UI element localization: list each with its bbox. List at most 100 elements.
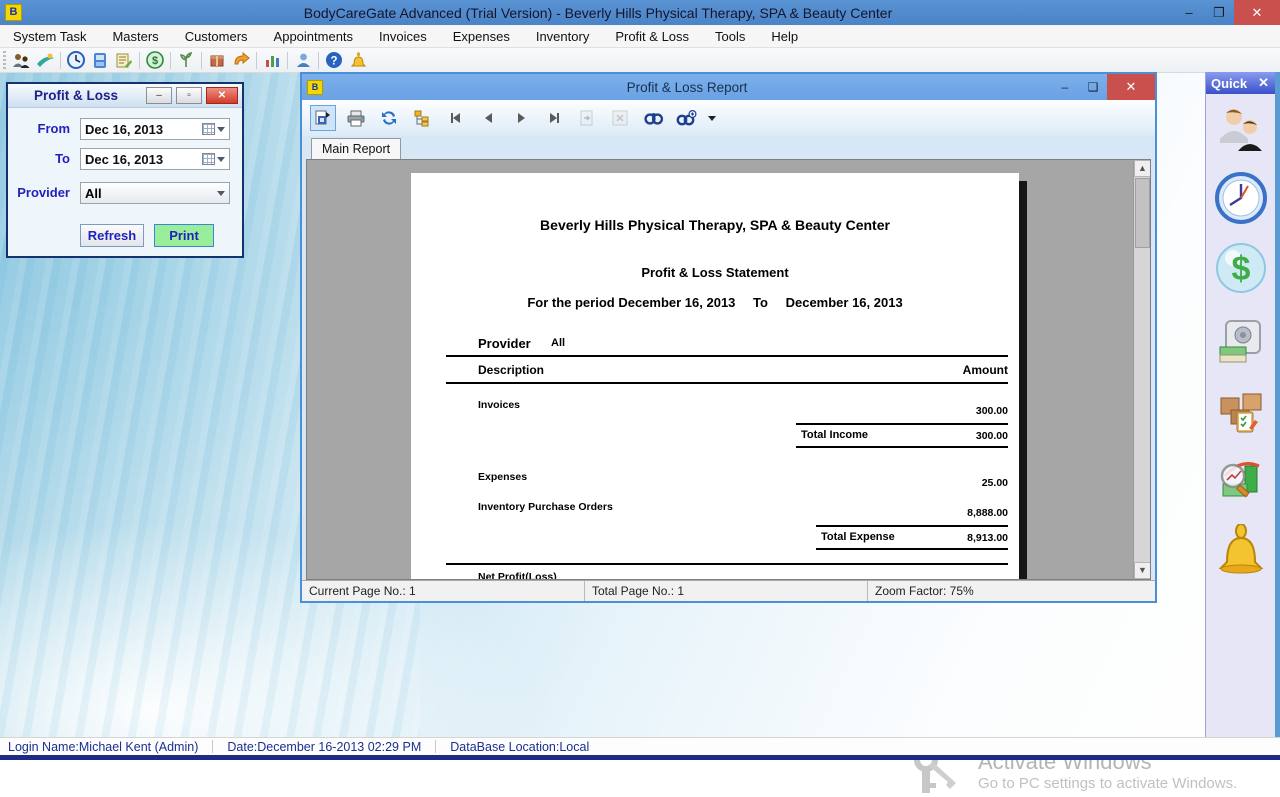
menu-inventory[interactable]: Inventory	[523, 25, 602, 47]
report-close-button[interactable]: ✕	[1107, 74, 1155, 100]
report-window-title: Profit & Loss Report	[323, 80, 1051, 95]
report-statusbar: Current Page No.: 1 Total Page No.: 1 Zo…	[302, 580, 1155, 601]
quick-customers-icon[interactable]	[1215, 104, 1267, 156]
report-provider-value: All	[551, 337, 565, 349]
menu-profit-loss[interactable]: Profit & Loss	[602, 25, 702, 47]
quick-reminder-bell-icon[interactable]	[1215, 524, 1267, 576]
undo-arrow-icon[interactable]	[229, 50, 253, 71]
report-row-amount: 300.00	[976, 405, 1008, 417]
zoom-button[interactable]	[673, 105, 699, 131]
goto-page-button	[574, 105, 600, 131]
quick-close-icon[interactable]: ✕	[1258, 75, 1269, 91]
main-report-tab[interactable]: Main Report	[311, 138, 401, 160]
provider-value: All	[81, 186, 217, 201]
main-toolbar: $ ?	[0, 48, 1280, 73]
report-tab-strip: Main Report	[302, 136, 1155, 159]
dialog-titlebar[interactable]: Profit & Loss – ▫ ✕	[8, 84, 242, 108]
current-page-status: Current Page No.: 1	[302, 581, 585, 601]
payments-dollar-icon[interactable]: $	[143, 50, 167, 71]
main-statusbar: Login Name:Michael Kent (Admin) Date:Dec…	[0, 737, 1280, 755]
report-company-title: Beverly Hills Physical Therapy, SPA & Be…	[411, 217, 1019, 233]
report-col-description: Description	[478, 363, 544, 377]
to-label: To	[55, 151, 70, 166]
find-text-button[interactable]	[640, 105, 666, 131]
user-icon[interactable]	[291, 50, 315, 71]
zoom-dropdown-arrow-icon[interactable]	[706, 105, 718, 131]
report-row-label: Inventory Purchase Orders	[478, 501, 613, 513]
group-tree-toggle-button[interactable]	[409, 105, 435, 131]
restore-button[interactable]: ❐	[1204, 0, 1234, 25]
last-page-button[interactable]	[541, 105, 567, 131]
from-date-input[interactable]: Dec 16, 2013	[80, 118, 230, 140]
report-provider-label: Provider	[478, 336, 531, 351]
next-page-button[interactable]	[508, 105, 534, 131]
toolbar-grip[interactable]	[3, 51, 6, 69]
provider-select[interactable]: All	[80, 182, 230, 204]
dialog-maximize-button[interactable]: ▫	[176, 87, 202, 104]
appointments-clock-icon[interactable]	[64, 50, 88, 71]
menu-tools[interactable]: Tools	[702, 25, 758, 47]
date-status: Date:December 16-2013 02:29 PM	[227, 740, 421, 754]
close-button[interactable]: ✕	[1234, 0, 1280, 25]
quick-inventory-boxes-icon[interactable]	[1215, 384, 1267, 436]
menu-customers[interactable]: Customers	[172, 25, 261, 47]
reports-chart-icon[interactable]	[260, 50, 284, 71]
customers-icon[interactable]	[9, 50, 33, 71]
report-scrollbar[interactable]: ▲ ▼	[1133, 160, 1150, 579]
quick-panel-header: Quick ✕	[1206, 72, 1275, 94]
quick-profit-loss-icon[interactable]	[1215, 454, 1267, 506]
scroll-down-icon[interactable]: ▼	[1134, 562, 1151, 579]
first-page-button[interactable]	[442, 105, 468, 131]
invoice-note-icon[interactable]	[112, 50, 136, 71]
prev-page-button[interactable]	[475, 105, 501, 131]
report-row-label: Invoices	[478, 399, 520, 411]
svg-text:$: $	[1232, 250, 1251, 288]
menu-expenses[interactable]: Expenses	[440, 25, 523, 47]
quick-appointments-clock-icon[interactable]	[1215, 172, 1267, 224]
report-logo-icon: B	[307, 80, 323, 95]
minimize-button[interactable]: –	[1174, 0, 1204, 25]
contacts-phone-icon[interactable]	[88, 50, 112, 71]
menu-help[interactable]: Help	[758, 25, 811, 47]
menu-system-task[interactable]: System Task	[0, 25, 99, 47]
plant-icon[interactable]	[174, 50, 198, 71]
statusbar-bottom-strip	[0, 755, 1280, 760]
dialog-close-button[interactable]: ✕	[206, 87, 238, 104]
refresh-button[interactable]: Refresh	[80, 224, 144, 247]
calendar-icon[interactable]	[202, 123, 215, 135]
chevron-down-icon[interactable]	[217, 127, 225, 132]
quick-panel: Quick ✕ $	[1205, 72, 1280, 740]
calendar-icon[interactable]	[202, 153, 215, 165]
scrollbar-thumb[interactable]	[1135, 178, 1150, 248]
report-total-expense-amount: 8,913.00	[967, 532, 1008, 544]
report-maximize-button[interactable]: ❑	[1079, 74, 1107, 100]
menu-appointments[interactable]: Appointments	[261, 25, 367, 47]
report-row-amount: 25.00	[982, 477, 1008, 489]
refresh-report-button[interactable]	[376, 105, 402, 131]
menu-invoices[interactable]: Invoices	[366, 25, 440, 47]
chevron-down-icon[interactable]	[217, 157, 225, 162]
report-minimize-button[interactable]: –	[1051, 74, 1079, 100]
report-total-expense-label: Total Expense	[821, 531, 895, 543]
help-icon[interactable]: ?	[322, 50, 346, 71]
print-button[interactable]: Print	[154, 224, 214, 247]
from-label: From	[38, 121, 71, 136]
total-pages-status: Total Page No.: 1	[585, 581, 868, 601]
quick-invoices-dollar-icon[interactable]: $	[1215, 242, 1267, 294]
dialog-minimize-button[interactable]: –	[146, 87, 172, 104]
menu-masters[interactable]: Masters	[99, 25, 171, 47]
export-button[interactable]	[310, 105, 336, 131]
package-icon[interactable]	[205, 50, 229, 71]
reminder-bell-icon[interactable]	[346, 50, 370, 71]
scroll-up-icon[interactable]: ▲	[1134, 160, 1151, 177]
quick-expenses-safe-icon[interactable]	[1215, 316, 1267, 368]
to-date-input[interactable]: Dec 16, 2013	[80, 148, 230, 170]
report-titlebar[interactable]: B Profit & Loss Report – ❑ ✕	[302, 74, 1155, 100]
report-col-amount: Amount	[963, 363, 1008, 377]
marketing-swoosh-icon[interactable]	[33, 50, 57, 71]
page-shadow	[1019, 181, 1027, 580]
report-period-line: For the period December 16, 2013 To Dece…	[411, 295, 1019, 310]
report-row-label: Expenses	[478, 471, 527, 483]
print-report-button[interactable]	[343, 105, 369, 131]
report-total-income-label: Total Income	[801, 429, 868, 441]
